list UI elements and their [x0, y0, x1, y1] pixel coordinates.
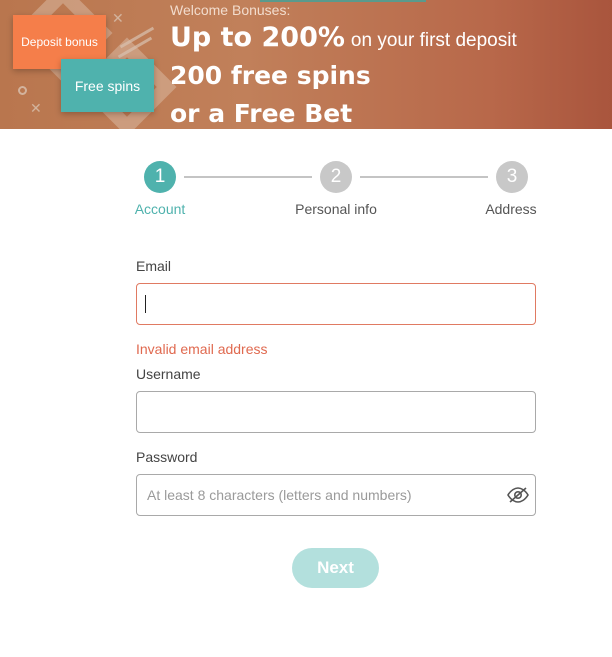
- eye-slash-icon[interactable]: [507, 486, 529, 504]
- password-label: Password: [136, 449, 198, 465]
- next-button[interactable]: Next: [292, 548, 379, 588]
- password-field[interactable]: [136, 474, 536, 516]
- step-2-circle[interactable]: 2: [320, 161, 352, 193]
- step-1-circle[interactable]: 1: [144, 161, 176, 193]
- bonus-headline-freebet: or a Free Bet: [170, 99, 353, 128]
- welcome-bonus-banner: ✕ ✕ Deposit bonus Free spins Welcome Bon…: [0, 0, 612, 129]
- bonus-headline-deposit: Up to 200% on your first deposit: [170, 22, 517, 53]
- step-connector: [184, 176, 312, 178]
- welcome-bonuses-title: Welcome Bonuses:: [170, 2, 291, 18]
- bonus-headline-spins: 200 free spins: [170, 61, 371, 90]
- bonus-deposit-subtext: on your first deposit: [350, 30, 517, 51]
- email-label: Email: [136, 258, 172, 274]
- step-connector: [360, 176, 488, 178]
- step-3-circle[interactable]: 3: [496, 161, 528, 193]
- step-2-label: Personal info: [295, 201, 377, 217]
- step-1-label: Account: [134, 201, 186, 217]
- username-label: Username: [136, 366, 201, 382]
- bonus-percent-text: Up to 200%: [170, 22, 345, 53]
- text-caret: [145, 295, 146, 313]
- username-field[interactable]: [136, 391, 536, 433]
- decorative-circle: [18, 86, 27, 95]
- decorative-x-icon: ✕: [30, 100, 42, 116]
- decorative-x-icon: ✕: [112, 10, 124, 26]
- free-spins-card: Free spins: [61, 59, 154, 112]
- email-error-message: Invalid email address: [136, 341, 268, 357]
- step-3-label: Address: [485, 201, 537, 217]
- email-field[interactable]: [136, 283, 536, 325]
